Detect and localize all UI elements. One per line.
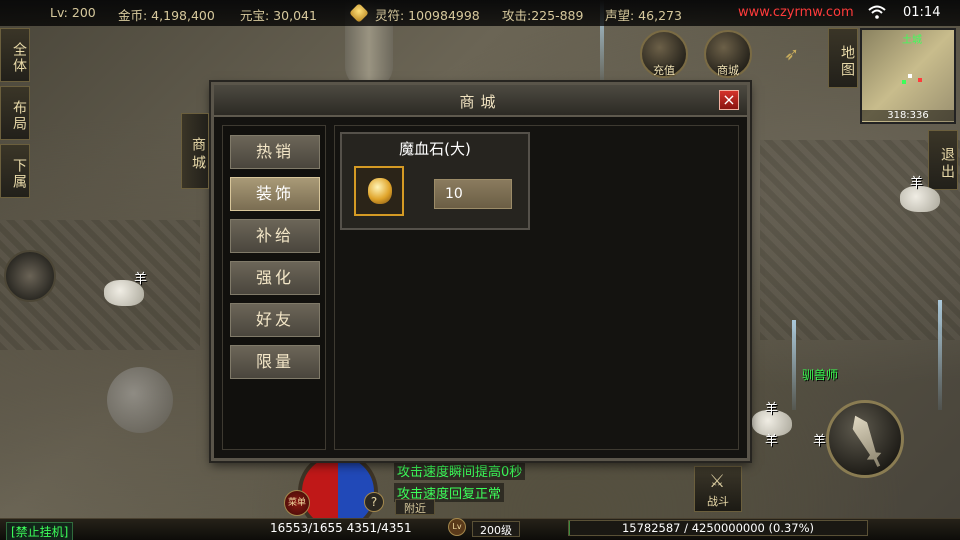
site-watermark: www.czyrmw.com — [738, 5, 854, 20]
minimap-coords: 318:336 — [862, 110, 954, 121]
clock: 01:14 — [903, 5, 941, 20]
shop-header: 商城 × — [214, 85, 747, 117]
minimap[interactable]: 土城 318:336 — [860, 28, 956, 124]
mall-label: 商城 — [717, 64, 739, 77]
light-beam — [792, 320, 796, 410]
light-beam — [938, 300, 942, 410]
prestige-stat: 声望: 46,273 — [605, 8, 682, 23]
tab-all[interactable]: 全体 — [0, 28, 30, 82]
wifi-icon — [868, 5, 886, 19]
blood-stone-icon — [368, 178, 392, 204]
category-friends[interactable]: 好友 — [230, 303, 320, 337]
player-dot — [908, 74, 912, 78]
battle-mode-button[interactable]: ⚔ 战斗 — [694, 466, 742, 512]
yuanbao-stat: 元宝: 30,041 — [240, 8, 317, 23]
virtual-joystick[interactable] — [107, 367, 173, 433]
lingfu-icon — [349, 3, 369, 23]
level-readout: 200级 — [472, 521, 520, 537]
category-hot[interactable]: 热销 — [230, 135, 320, 169]
level-stat: Lv: 200 — [50, 5, 96, 20]
shop-title: 商城 — [459, 93, 502, 111]
top-status-bar: Lv: 200 金币: 4,198,400 元宝: 30,041 灵符: 100… — [0, 0, 960, 26]
exit-button[interactable]: 退出 — [928, 130, 958, 190]
recharge-label: 充值 — [653, 64, 675, 77]
item-price[interactable]: 10 — [434, 179, 512, 209]
map-button[interactable]: 地图 — [828, 28, 858, 88]
gold-stat: 金币: 4,198,400 — [118, 8, 215, 23]
level-icon: Lv — [448, 518, 466, 536]
tab-subordinates[interactable]: 下属 — [0, 144, 30, 198]
category-decoration[interactable]: 装饰 — [230, 177, 320, 211]
shop-dialog: 商城 商城 × 热销 装饰 补给 强化 好友 限量 魔血石(大) 10 — [181, 82, 750, 461]
collapse-arrow-icon[interactable]: ➶ — [784, 44, 804, 65]
sword-icon — [848, 412, 886, 470]
hp-mp-readout: 16553/1655 4351/4351 — [270, 521, 412, 535]
menu-button[interactable]: 菜单 — [284, 490, 310, 516]
item-name: 魔血石(大) — [399, 140, 471, 158]
chat-message: 攻击速度瞬间提高0秒 — [394, 461, 526, 480]
attack-stat: 攻击:225-889 — [502, 8, 584, 23]
tab-layout[interactable]: 布局 — [0, 86, 30, 140]
item-card[interactable]: 魔血石(大) 10 — [340, 132, 530, 230]
sheep-label: 羊 — [134, 272, 148, 287]
minimap-zone-name: 土城 — [902, 35, 922, 46]
sheep-label: 羊 — [765, 434, 779, 449]
crossed-swords-icon: ⚔ — [709, 471, 726, 492]
item-list-panel: 魔血石(大) 10 — [334, 125, 739, 450]
mall-button[interactable]: 商城 — [704, 30, 752, 78]
item-slot[interactable] — [354, 166, 404, 216]
category-panel: 热销 装饰 补给 强化 好友 限量 — [222, 125, 326, 450]
lingfu-stat: 灵符: 100984998 — [375, 8, 480, 23]
no-afk-toggle[interactable]: [禁止挂机] — [6, 522, 74, 540]
exp-readout: 15782587 / 4250000000 (0.37%) — [621, 521, 815, 535]
close-button[interactable]: × — [719, 90, 739, 110]
category-limited[interactable]: 限量 — [230, 345, 320, 379]
recharge-button[interactable]: 充值 — [640, 30, 688, 78]
player-name-label: 驯兽师 — [802, 368, 839, 382]
category-enhance[interactable]: 强化 — [230, 261, 320, 295]
monster-dot — [918, 78, 922, 82]
exp-bar: 15782587 / 4250000000 (0.37%) — [568, 520, 868, 536]
battle-label: 战斗 — [707, 495, 729, 508]
npc-dot — [902, 80, 906, 84]
attack-button[interactable] — [826, 400, 904, 478]
sheep-label: 羊 — [910, 176, 924, 191]
sheep-label: 羊 — [813, 434, 827, 449]
category-supply[interactable]: 补给 — [230, 219, 320, 253]
chat-tab-nearby[interactable]: 附近 — [395, 499, 435, 515]
help-button[interactable]: ? — [364, 492, 384, 512]
skull-icon[interactable] — [4, 250, 56, 302]
sheep-label: 羊 — [765, 402, 779, 417]
shop-side-tab[interactable]: 商城 — [181, 113, 209, 189]
